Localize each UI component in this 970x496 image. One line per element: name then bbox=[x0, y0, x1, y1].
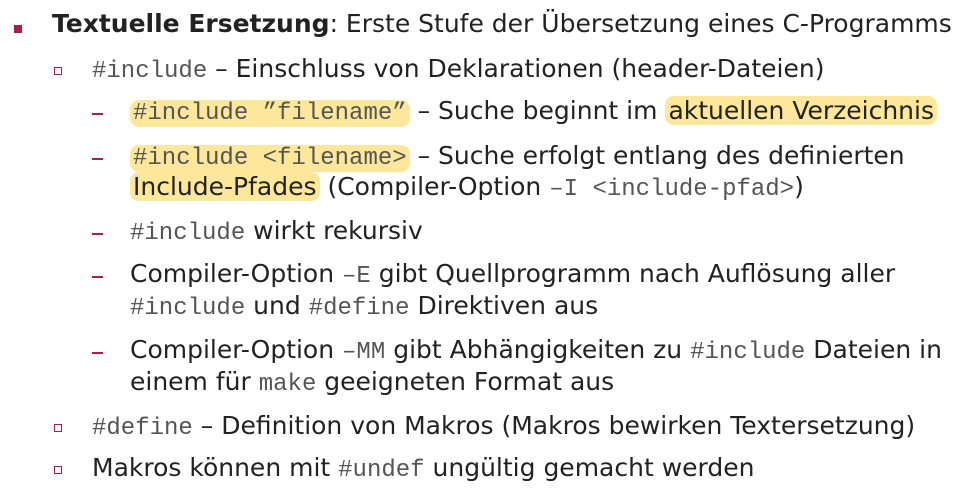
line-include-angle: #include <filename> – Suche erfolgt entl… bbox=[130, 140, 905, 174]
level3-dash bbox=[92, 158, 103, 160]
level2-bullet bbox=[54, 466, 62, 474]
highlight-include-pfades: Include-Pfades bbox=[130, 172, 320, 201]
line-include: #include – Einschluss von Deklarationen … bbox=[92, 54, 825, 85]
line-include-pfades: Include-Pfades (Compiler-Option –I <incl… bbox=[130, 171, 804, 205]
line-define: #define – Definition von Makros (Makros … bbox=[92, 411, 916, 442]
highlight-include-angle: #include <filename> bbox=[130, 145, 410, 172]
line-option-mm-cont: einem für make geeigneten Format aus bbox=[130, 367, 615, 398]
level2-bullet bbox=[54, 424, 62, 432]
line-undef: Makros können mit #undef ungültig gemach… bbox=[92, 453, 755, 484]
line-option-e: Compiler-Option –E gibt Quellprogramm na… bbox=[130, 259, 896, 290]
highlight-aktuellen-verzeichnis: aktuellen Verzeichnis bbox=[665, 96, 938, 125]
section-heading: Textuelle Ersetzung bbox=[52, 9, 330, 38]
level1-bullet bbox=[14, 25, 22, 33]
line-include-quoted: #include ”filename” – Suche beginnt im a… bbox=[130, 95, 938, 129]
highlight-include-quoted: #include ”filename” bbox=[130, 100, 410, 127]
level2-bullet bbox=[54, 67, 62, 75]
level3-dash bbox=[92, 113, 103, 115]
line-option-mm: Compiler-Option –MM gibt Abhängigkeiten … bbox=[130, 335, 942, 366]
line-rekursiv: #include wirkt rekursiv bbox=[130, 216, 423, 247]
line-textuelle-ersetzung: Textuelle Ersetzung: Erste Stufe der Übe… bbox=[52, 9, 952, 38]
line-option-e-cont: #include und #define Direktiven aus bbox=[130, 291, 599, 322]
level3-dash bbox=[92, 233, 103, 235]
level3-dash bbox=[92, 352, 103, 354]
level3-dash bbox=[92, 276, 103, 278]
